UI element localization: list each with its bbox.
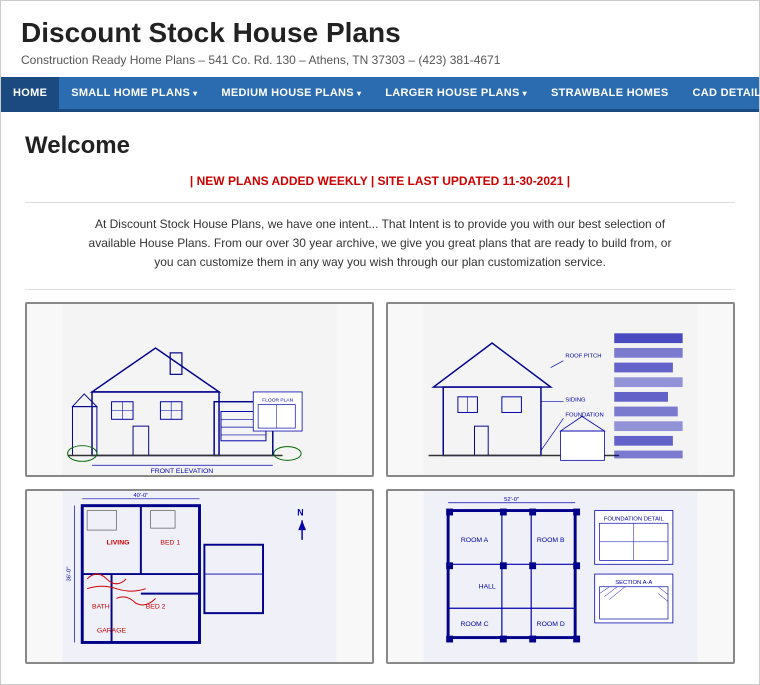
intro-text: At Discount Stock House Plans, we have o… [80, 215, 680, 273]
main-nav: HOMESMALL HOME PLANS ▾MEDIUM HOUSE PLANS… [1, 77, 759, 112]
svg-text:FOUNDATION DETAIL: FOUNDATION DETAIL [604, 516, 665, 522]
site-title: Discount Stock House Plans [21, 17, 739, 49]
site-tagline: Construction Ready Home Plans – 541 Co. … [21, 53, 739, 67]
nav-item-small-home-plans[interactable]: SMALL HOME PLANS ▾ [59, 77, 209, 109]
nav-item-medium-house-plans[interactable]: MEDIUM HOUSE PLANS ▾ [209, 77, 373, 109]
svg-text:40'-0": 40'-0" [133, 492, 148, 498]
dropdown-arrow-icon: ▾ [193, 89, 197, 98]
svg-text:BED 1: BED 1 [160, 539, 180, 546]
dropdown-arrow-icon: ▾ [523, 89, 527, 98]
plan-card-3[interactable]: LIVING BED 1 BATH BED 2 GARAGE 40'-0" 36… [25, 489, 374, 664]
plan-card-2[interactable]: ROOF PITCH SIDING FOUNDATION [386, 302, 735, 477]
svg-text:ROOM A: ROOM A [461, 536, 489, 543]
svg-text:36'-0": 36'-0" [67, 566, 73, 581]
nav-item-strawbale-homes[interactable]: STRAWBALE HOMES [539, 77, 681, 109]
svg-text:FRONT ELEVATION: FRONT ELEVATION [151, 468, 214, 475]
nav-item-cad-details[interactable]: CAD DETAILS [681, 77, 760, 109]
svg-text:FOUNDATION: FOUNDATION [565, 412, 603, 418]
site-header: Discount Stock House Plans Construction … [1, 1, 759, 77]
main-content: Welcome | NEW PLANS ADDED WEEKLY | SITE … [1, 112, 759, 684]
page-title: Welcome [25, 132, 735, 160]
svg-text:HALL: HALL [479, 583, 496, 590]
nav-item-larger-house-plans[interactable]: LARGER HOUSE PLANS ▾ [373, 77, 539, 109]
plan-card-1[interactable]: FRONT ELEVATION FLOOR PLAN [25, 302, 374, 477]
plan-image-grid: FRONT ELEVATION FLOOR PLAN [25, 302, 735, 664]
svg-text:N: N [297, 507, 303, 517]
divider-2 [25, 289, 735, 290]
svg-text:52'-0": 52'-0" [504, 496, 519, 502]
svg-text:BATH: BATH [92, 603, 110, 610]
nav-item-home[interactable]: HOME [1, 77, 59, 109]
svg-text:ROOM C: ROOM C [460, 620, 488, 627]
svg-text:SECTION A-A: SECTION A-A [615, 579, 652, 585]
svg-text:SIDING: SIDING [565, 397, 586, 403]
svg-text:ROOM B: ROOM B [537, 536, 565, 543]
svg-text:ROOF PITCH: ROOF PITCH [565, 353, 601, 359]
plan-card-4[interactable]: ROOM A ROOM B HALL ROOM C ROOM D 52'-0" … [386, 489, 735, 664]
notice-bar: | NEW PLANS ADDED WEEKLY | SITE LAST UPD… [25, 174, 735, 188]
dropdown-arrow-icon: ▾ [357, 89, 361, 98]
svg-text:BED 2: BED 2 [146, 603, 166, 610]
divider-1 [25, 202, 735, 203]
svg-text:ROOM D: ROOM D [537, 620, 565, 627]
svg-text:FLOOR PLAN: FLOOR PLAN [262, 397, 293, 403]
svg-text:GARAGE: GARAGE [97, 627, 127, 634]
svg-text:LIVING: LIVING [107, 539, 130, 546]
